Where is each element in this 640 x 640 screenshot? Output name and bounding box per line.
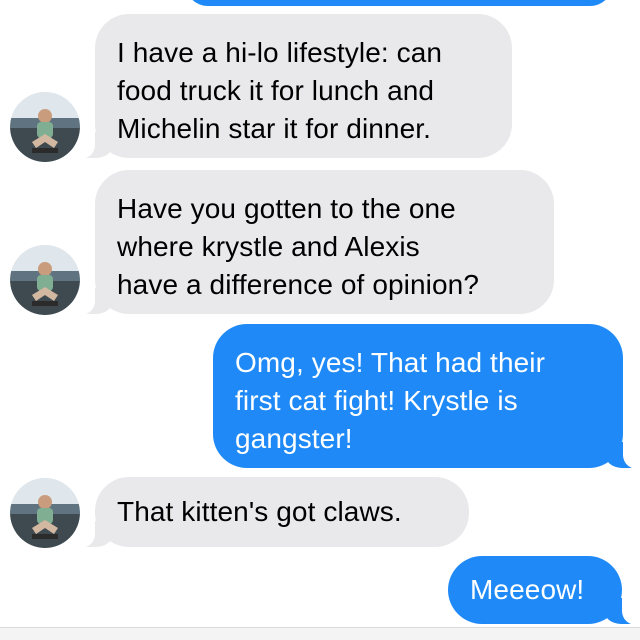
message-thread[interactable]: I have a hi-lo lifestyle: can food truck… [0, 0, 640, 640]
avatar-photo-icon [10, 92, 80, 162]
input-bar-edge [0, 627, 640, 640]
message-bubble-outgoing[interactable]: Meeeow! [448, 556, 640, 625]
message-bubble-incoming[interactable]: I have a hi-lo lifestyle: can food truck… [77, 14, 512, 159]
message-bubble-outgoing-partial[interactable] [185, 0, 613, 6]
message-bubble-incoming[interactable]: That kitten's got claws. [77, 477, 469, 548]
message-bubble-incoming[interactable]: Have you gotten to the one where krystle… [77, 170, 554, 315]
contact-avatar[interactable] [10, 92, 80, 162]
avatar-photo-icon [10, 478, 80, 548]
avatar-photo-icon [10, 245, 80, 315]
contact-avatar[interactable] [10, 245, 80, 315]
contact-avatar[interactable] [10, 478, 80, 548]
message-bubble-outgoing[interactable]: Omg, yes! That had their first cat fight… [213, 324, 640, 469]
